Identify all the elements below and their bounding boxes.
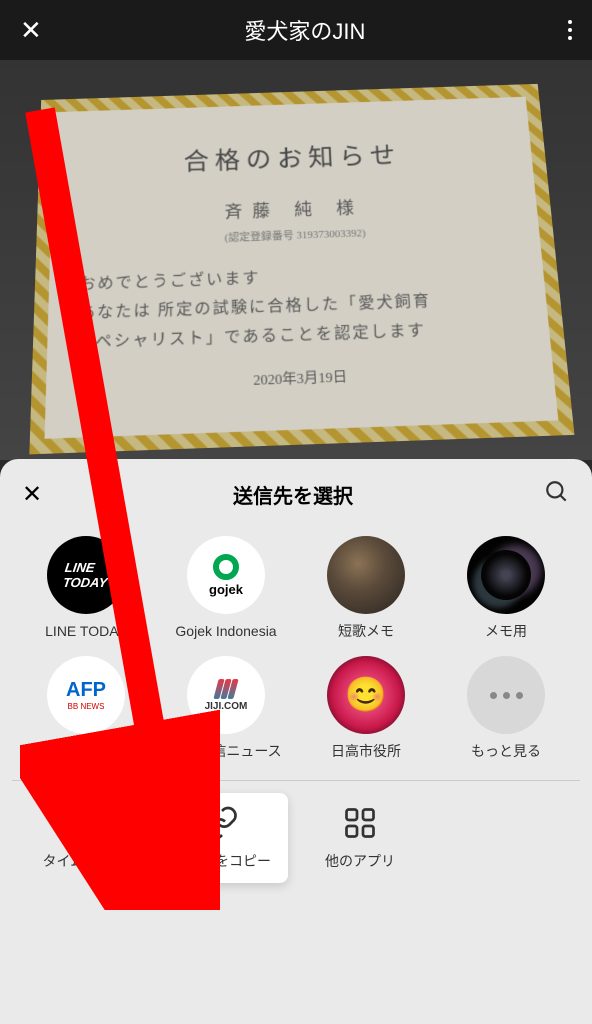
grid-icon xyxy=(342,805,378,846)
panel-close-icon[interactable]: ✕ xyxy=(22,480,42,509)
jiji-icon: JIJI.COM xyxy=(187,656,265,734)
panel-title: 送信先を選択 xyxy=(233,480,353,509)
clock-icon xyxy=(66,805,102,846)
more-icon[interactable] xyxy=(568,20,572,40)
destination-grid: LINETODAY LINE TODAY gojek Gojek Indones… xyxy=(12,526,580,780)
dest-tanka[interactable]: 短歌メモ xyxy=(300,536,432,640)
gojek-icon: gojek xyxy=(187,536,265,614)
dest-more[interactable]: もっと見る xyxy=(440,656,572,760)
cert-reg: (認定登録番号 319373003392) xyxy=(224,225,366,245)
content-image: 合格のお知らせ 斉藤 純 様 (認定登録番号 319373003392) おめで… xyxy=(0,60,592,460)
dest-hidaka[interactable]: 日高市役所 xyxy=(300,656,432,760)
dest-memo[interactable]: メモ用 xyxy=(440,536,572,640)
hidaka-icon xyxy=(327,656,405,734)
cert-date: 2020年3月19日 xyxy=(253,366,348,390)
afp-icon: AFPBB NEWS xyxy=(47,656,125,734)
dest-afp[interactable]: AFPBB NEWS AFPBB News xyxy=(20,656,152,760)
cert-body: おめでとうございます あなたは 所定の試験に合格した「愛犬飼育 スペシャリスト」… xyxy=(78,257,520,359)
more-dots-icon xyxy=(467,656,545,734)
cert-title: 合格のお知らせ xyxy=(183,137,401,178)
certificate-card: 合格のお知らせ 斉藤 純 様 (認定登録番号 319373003392) おめで… xyxy=(29,84,574,455)
action-timeline[interactable]: タイムライン xyxy=(18,793,150,882)
dest-line-today[interactable]: LINETODAY LINE TODAY xyxy=(20,536,152,640)
line-today-icon: LINETODAY xyxy=(47,536,125,614)
tanka-icon xyxy=(327,536,405,614)
action-other-apps[interactable]: 他のアプリ xyxy=(294,793,426,882)
search-icon[interactable] xyxy=(544,479,570,510)
app-header: ✕ 愛犬家のJIN xyxy=(0,0,592,60)
link-icon xyxy=(204,805,240,846)
close-icon[interactable]: ✕ xyxy=(20,15,42,46)
panel-header: ✕ 送信先を選択 xyxy=(12,475,580,526)
share-panel: ✕ 送信先を選択 LINETODAY LINE TODAY gojek Goje… xyxy=(0,459,592,1024)
bottom-actions: タイムライン リンクをコピー 他のアプリ xyxy=(12,781,580,894)
dest-jiji[interactable]: JIJI.COM 時事通信ニュース xyxy=(160,656,292,760)
page-title: 愛犬家のJIN xyxy=(244,14,365,46)
memo-icon xyxy=(467,536,545,614)
dest-gojek[interactable]: gojek Gojek Indonesia xyxy=(160,536,292,640)
action-copy-link[interactable]: リンクをコピー xyxy=(156,793,288,882)
cert-name: 斉藤 純 様 xyxy=(224,195,364,224)
